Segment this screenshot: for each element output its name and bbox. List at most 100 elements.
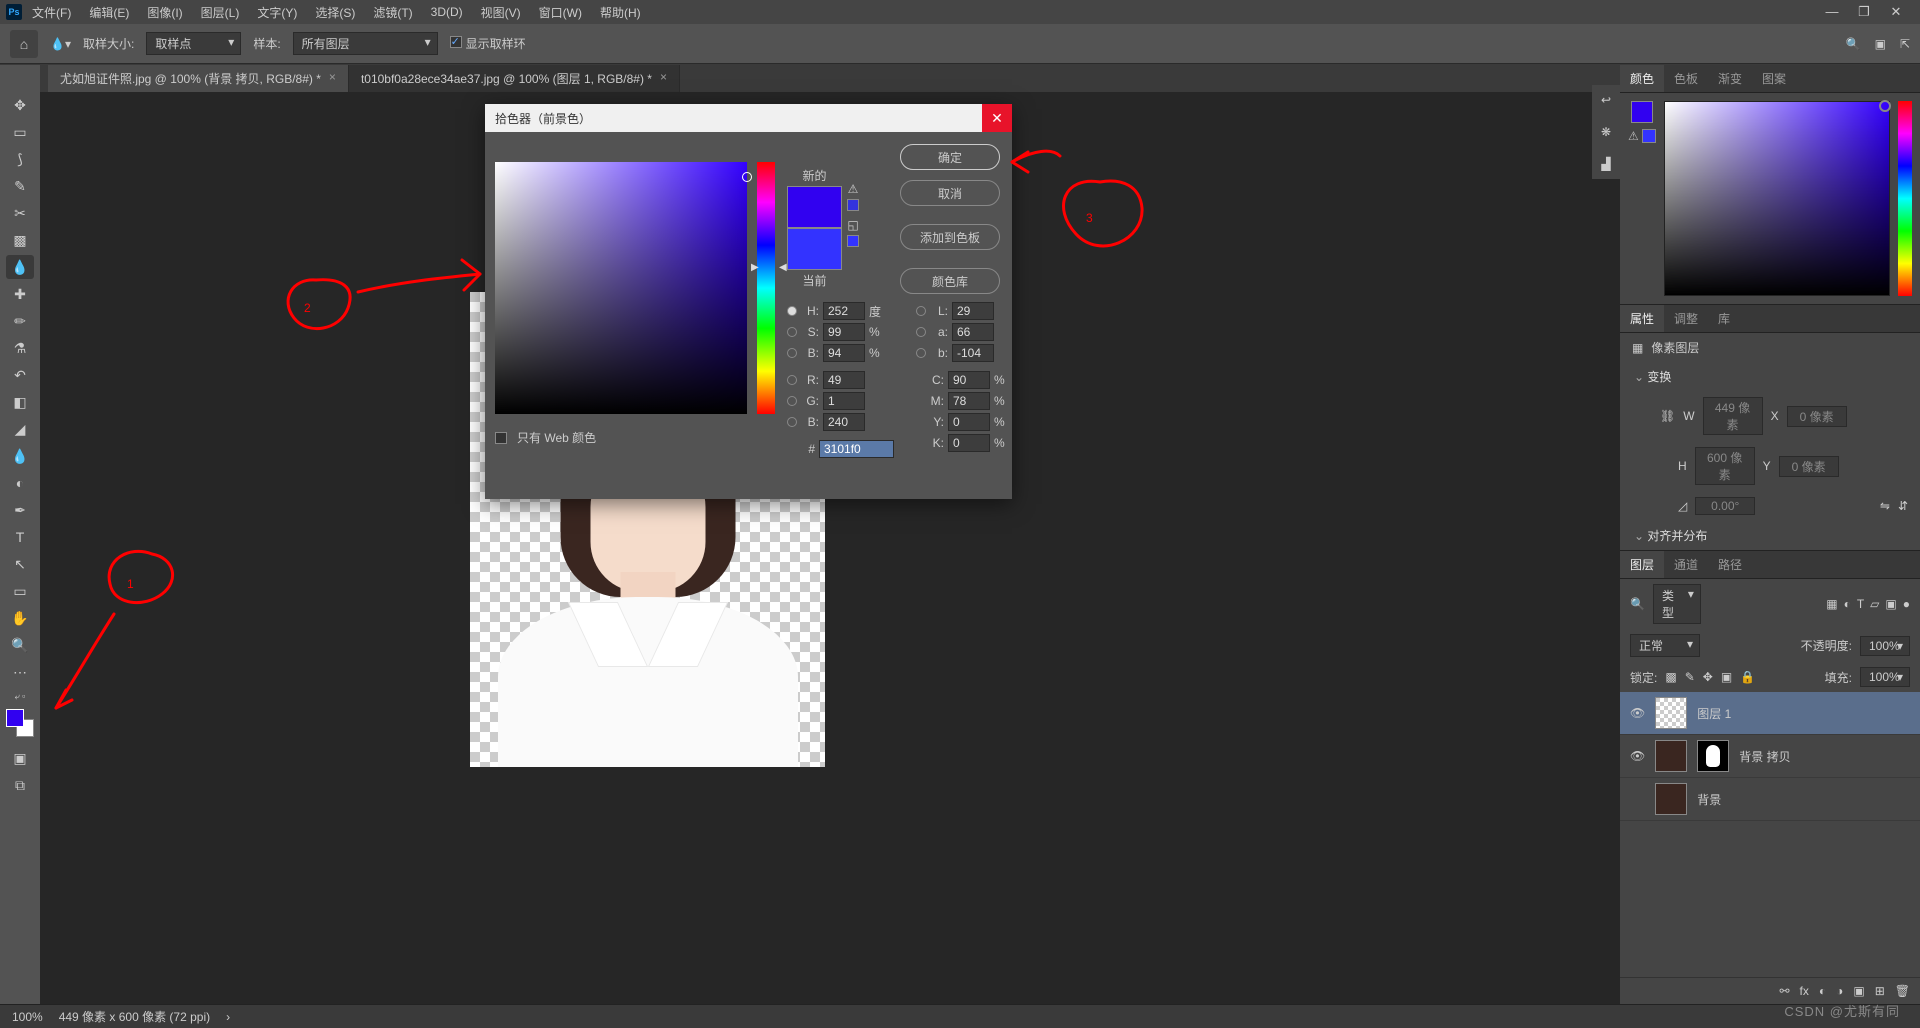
group-layers-icon[interactable]: ▣ xyxy=(1853,984,1864,998)
pen-tool[interactable]: ✒ xyxy=(6,498,34,522)
angle-field[interactable]: 0.00° xyxy=(1695,497,1755,515)
menu-file[interactable]: 文件(F) xyxy=(24,1,79,24)
edit-toolbar[interactable]: ⋯ xyxy=(6,660,34,684)
lock-all-icon[interactable]: 🔒 xyxy=(1740,670,1755,684)
r-radio[interactable] xyxy=(787,375,797,385)
rectangle-tool[interactable]: ▭ xyxy=(6,579,34,603)
marquee-tool[interactable]: ▭ xyxy=(6,120,34,144)
lock-brush-icon[interactable]: ✎ xyxy=(1685,670,1695,684)
move-tool[interactable]: ✥ xyxy=(6,93,34,117)
cancel-button[interactable]: 取消 xyxy=(900,180,1000,206)
lasso-tool[interactable]: ⟆ xyxy=(6,147,34,171)
menu-3d[interactable]: 3D(D) xyxy=(423,2,471,22)
menu-image[interactable]: 图像(I) xyxy=(139,1,190,24)
lock-pixels-icon[interactable]: ▩ xyxy=(1665,670,1676,684)
gamut-swatch[interactable] xyxy=(847,199,859,211)
menu-edit[interactable]: 编辑(E) xyxy=(81,1,137,24)
flip-v-icon[interactable]: ⇵ xyxy=(1898,499,1908,513)
bg-swatch[interactable] xyxy=(1642,129,1656,143)
zoom-level[interactable]: 100% xyxy=(12,1010,43,1024)
search-icon[interactable]: 🔍 xyxy=(1846,37,1861,51)
g-field[interactable] xyxy=(823,392,865,410)
height-field[interactable]: 600 像素 xyxy=(1695,447,1755,485)
close-tab-icon[interactable]: × xyxy=(660,70,667,87)
tab-adjustments[interactable]: 调整 xyxy=(1664,305,1708,332)
saturation-value-field[interactable] xyxy=(495,162,747,414)
lock-position-icon[interactable]: ✥ xyxy=(1703,670,1713,684)
lab-b-field[interactable] xyxy=(952,344,994,362)
y-field[interactable] xyxy=(948,413,990,431)
bb-radio[interactable] xyxy=(787,417,797,427)
layer-fx-icon[interactable]: fx xyxy=(1800,984,1809,998)
menu-window[interactable]: 窗口(W) xyxy=(531,1,590,24)
c-field[interactable] xyxy=(948,371,990,389)
web-only-checkbox[interactable] xyxy=(495,432,507,444)
a-field[interactable] xyxy=(952,323,994,341)
layer-name[interactable]: 背景 xyxy=(1697,791,1721,808)
minimize-icon[interactable]: — xyxy=(1822,4,1842,20)
hex-field[interactable] xyxy=(819,440,894,458)
layer-name[interactable]: 图层 1 xyxy=(1697,705,1731,722)
info-chevron-icon[interactable]: › xyxy=(226,1010,230,1024)
tab-swatches[interactable]: 色板 xyxy=(1664,65,1708,92)
s-field[interactable] xyxy=(823,323,865,341)
quick-select-tool[interactable]: ✎ xyxy=(6,174,34,198)
crop-tool[interactable]: ✂ xyxy=(6,201,34,225)
tab-patterns[interactable]: 图案 xyxy=(1752,65,1796,92)
tab-paths[interactable]: 路径 xyxy=(1708,551,1752,578)
a-radio[interactable] xyxy=(916,327,926,337)
path-select-tool[interactable]: ↖ xyxy=(6,552,34,576)
add-swatch-button[interactable]: 添加到色板 xyxy=(900,224,1000,250)
gradient-tool[interactable]: ◢ xyxy=(6,417,34,441)
layer-mask-thumbnail[interactable] xyxy=(1697,740,1729,772)
layer-mask-icon[interactable]: ◐ xyxy=(1819,984,1826,998)
l-radio[interactable] xyxy=(916,306,926,316)
zoom-tool[interactable]: 🔍 xyxy=(6,633,34,657)
foreground-color[interactable] xyxy=(6,709,24,727)
fg-swatch[interactable] xyxy=(1631,101,1653,123)
color-field[interactable] xyxy=(1664,101,1890,296)
maximize-icon[interactable]: ❐ xyxy=(1854,4,1874,20)
show-ring-checkbox[interactable] xyxy=(450,36,462,48)
hand-tool[interactable]: ✋ xyxy=(6,606,34,630)
tab-gradients[interactable]: 渐变 xyxy=(1708,65,1752,92)
share-icon[interactable]: ⇱ xyxy=(1900,37,1910,51)
menu-view[interactable]: 视图(V) xyxy=(473,1,529,24)
foreground-background-swatch[interactable] xyxy=(6,709,34,737)
tab-libraries[interactable]: 库 xyxy=(1708,305,1740,332)
eyedropper-tool[interactable]: 💧 xyxy=(6,255,34,279)
menu-layer[interactable]: 图层(L) xyxy=(193,1,248,24)
b-radio[interactable] xyxy=(787,348,797,358)
frame-tool[interactable]: ▩ xyxy=(6,228,34,252)
stamp-tool[interactable]: ⚗ xyxy=(6,336,34,360)
history-panel-icon[interactable]: ↩ xyxy=(1601,93,1611,107)
y-field[interactable]: 0 像素 xyxy=(1779,456,1839,477)
flip-h-icon[interactable]: ⇋ xyxy=(1880,499,1890,513)
tab-properties[interactable]: 属性 xyxy=(1620,305,1664,332)
layer-row[interactable]: 👁 背景 xyxy=(1620,778,1920,821)
type-tool[interactable]: T xyxy=(6,525,34,549)
layer-thumbnail[interactable] xyxy=(1655,740,1687,772)
filter-adjust-icon[interactable]: ◐ xyxy=(1844,597,1851,611)
screen-mode-tool[interactable]: ⧉ xyxy=(6,773,34,797)
document-tab[interactable]: t010bf0a28ece34ae37.jpg @ 100% (图层 1, RG… xyxy=(349,65,680,92)
width-field[interactable]: 449 像素 xyxy=(1703,397,1763,435)
opacity-field[interactable]: 100% xyxy=(1860,636,1910,656)
layer-row[interactable]: 👁 图层 1 xyxy=(1620,692,1920,735)
ok-button[interactable]: 确定 xyxy=(900,144,1000,170)
tab-color[interactable]: 颜色 xyxy=(1620,65,1664,92)
layer-thumbnail[interactable] xyxy=(1655,783,1687,815)
filter-smart-icon[interactable]: ▣ xyxy=(1885,597,1896,611)
document-tab[interactable]: 尤如旭证件照.jpg @ 100% (背景 拷贝, RGB/8#) *× xyxy=(48,65,349,92)
dodge-tool[interactable]: ◐ xyxy=(6,471,34,495)
link-layers-icon[interactable]: ⚯ xyxy=(1779,984,1789,998)
visibility-icon[interactable]: 👁 xyxy=(1630,706,1645,720)
g-radio[interactable] xyxy=(787,396,797,406)
history-brush-tool[interactable]: ↶ xyxy=(6,363,34,387)
close-icon[interactable]: ✕ xyxy=(1886,4,1906,20)
heal-tool[interactable]: ✚ xyxy=(6,282,34,306)
new-layer-icon[interactable]: ⊞ xyxy=(1875,984,1885,998)
quick-mask-icon[interactable]: ▣ xyxy=(6,746,34,770)
brush-panel-icon[interactable]: ❋ xyxy=(1601,125,1611,139)
layer-filter-dropdown[interactable]: 类型 xyxy=(1653,584,1701,624)
